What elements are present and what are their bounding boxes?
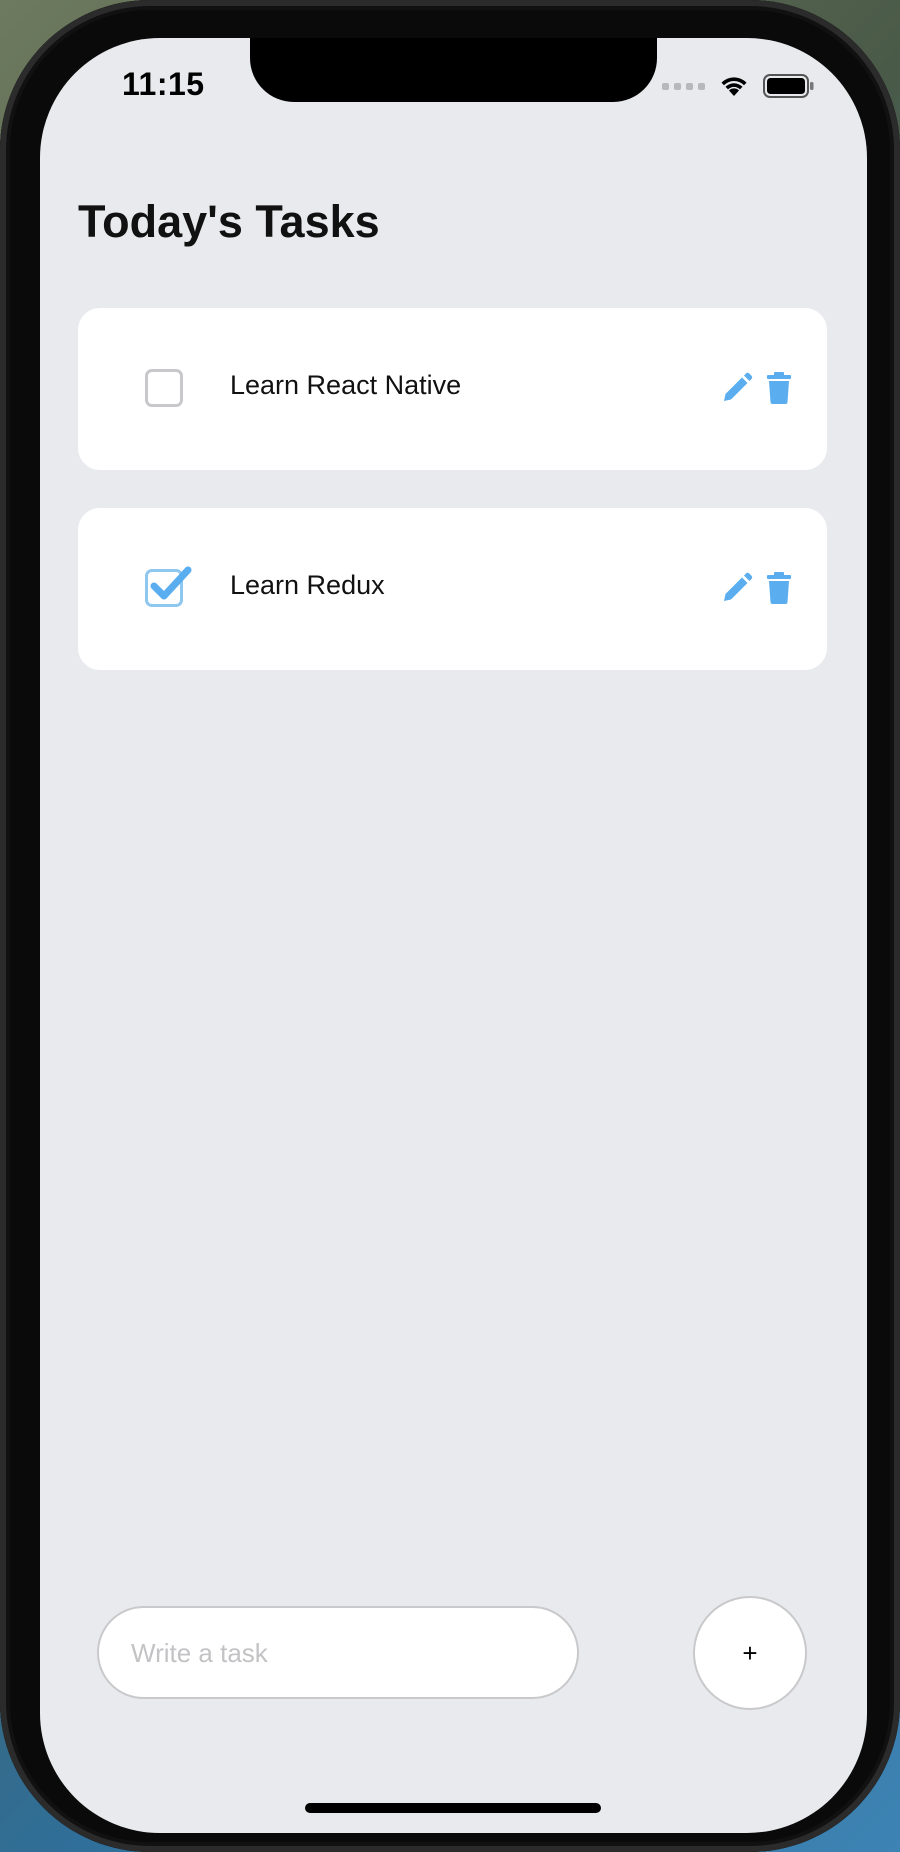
task-input[interactable]: [129, 1608, 553, 1699]
task-checkbox[interactable]: [145, 369, 183, 407]
delete-task-button[interactable]: [763, 572, 795, 604]
app-screen: 11:15 Today's Tasks Learn React Native L…: [40, 38, 867, 1833]
battery-icon: [763, 74, 814, 98]
trash-icon: [767, 572, 791, 604]
checkmark-icon: [150, 566, 192, 600]
pencil-icon: [724, 572, 753, 601]
status-indicators: [662, 74, 815, 98]
add-task-button[interactable]: +: [693, 1596, 807, 1710]
wifi-icon: [721, 77, 747, 96]
task-input-container: [97, 1606, 579, 1699]
camera-notch: [250, 38, 657, 102]
status-time: 11:15: [122, 66, 205, 102]
task-checkbox-checked[interactable]: [145, 566, 192, 607]
delete-task-button[interactable]: [763, 372, 795, 404]
edit-task-button[interactable]: [721, 372, 753, 404]
pencil-icon: [724, 372, 753, 401]
edit-task-button[interactable]: [721, 572, 753, 604]
page-title: Today's Tasks: [78, 196, 380, 247]
task-item: Learn React Native: [78, 308, 827, 470]
task-item: Learn Redux: [78, 508, 827, 670]
task-label: Learn React Native: [230, 370, 462, 400]
cellular-signal-icon: [662, 82, 705, 90]
home-indicator: [305, 1803, 601, 1813]
task-actions: [721, 572, 795, 604]
trash-icon: [767, 372, 791, 404]
task-actions: [721, 372, 795, 404]
task-label: Learn Redux: [230, 570, 385, 600]
phone-frame: 11:15 Today's Tasks Learn React Native L…: [0, 0, 900, 1852]
